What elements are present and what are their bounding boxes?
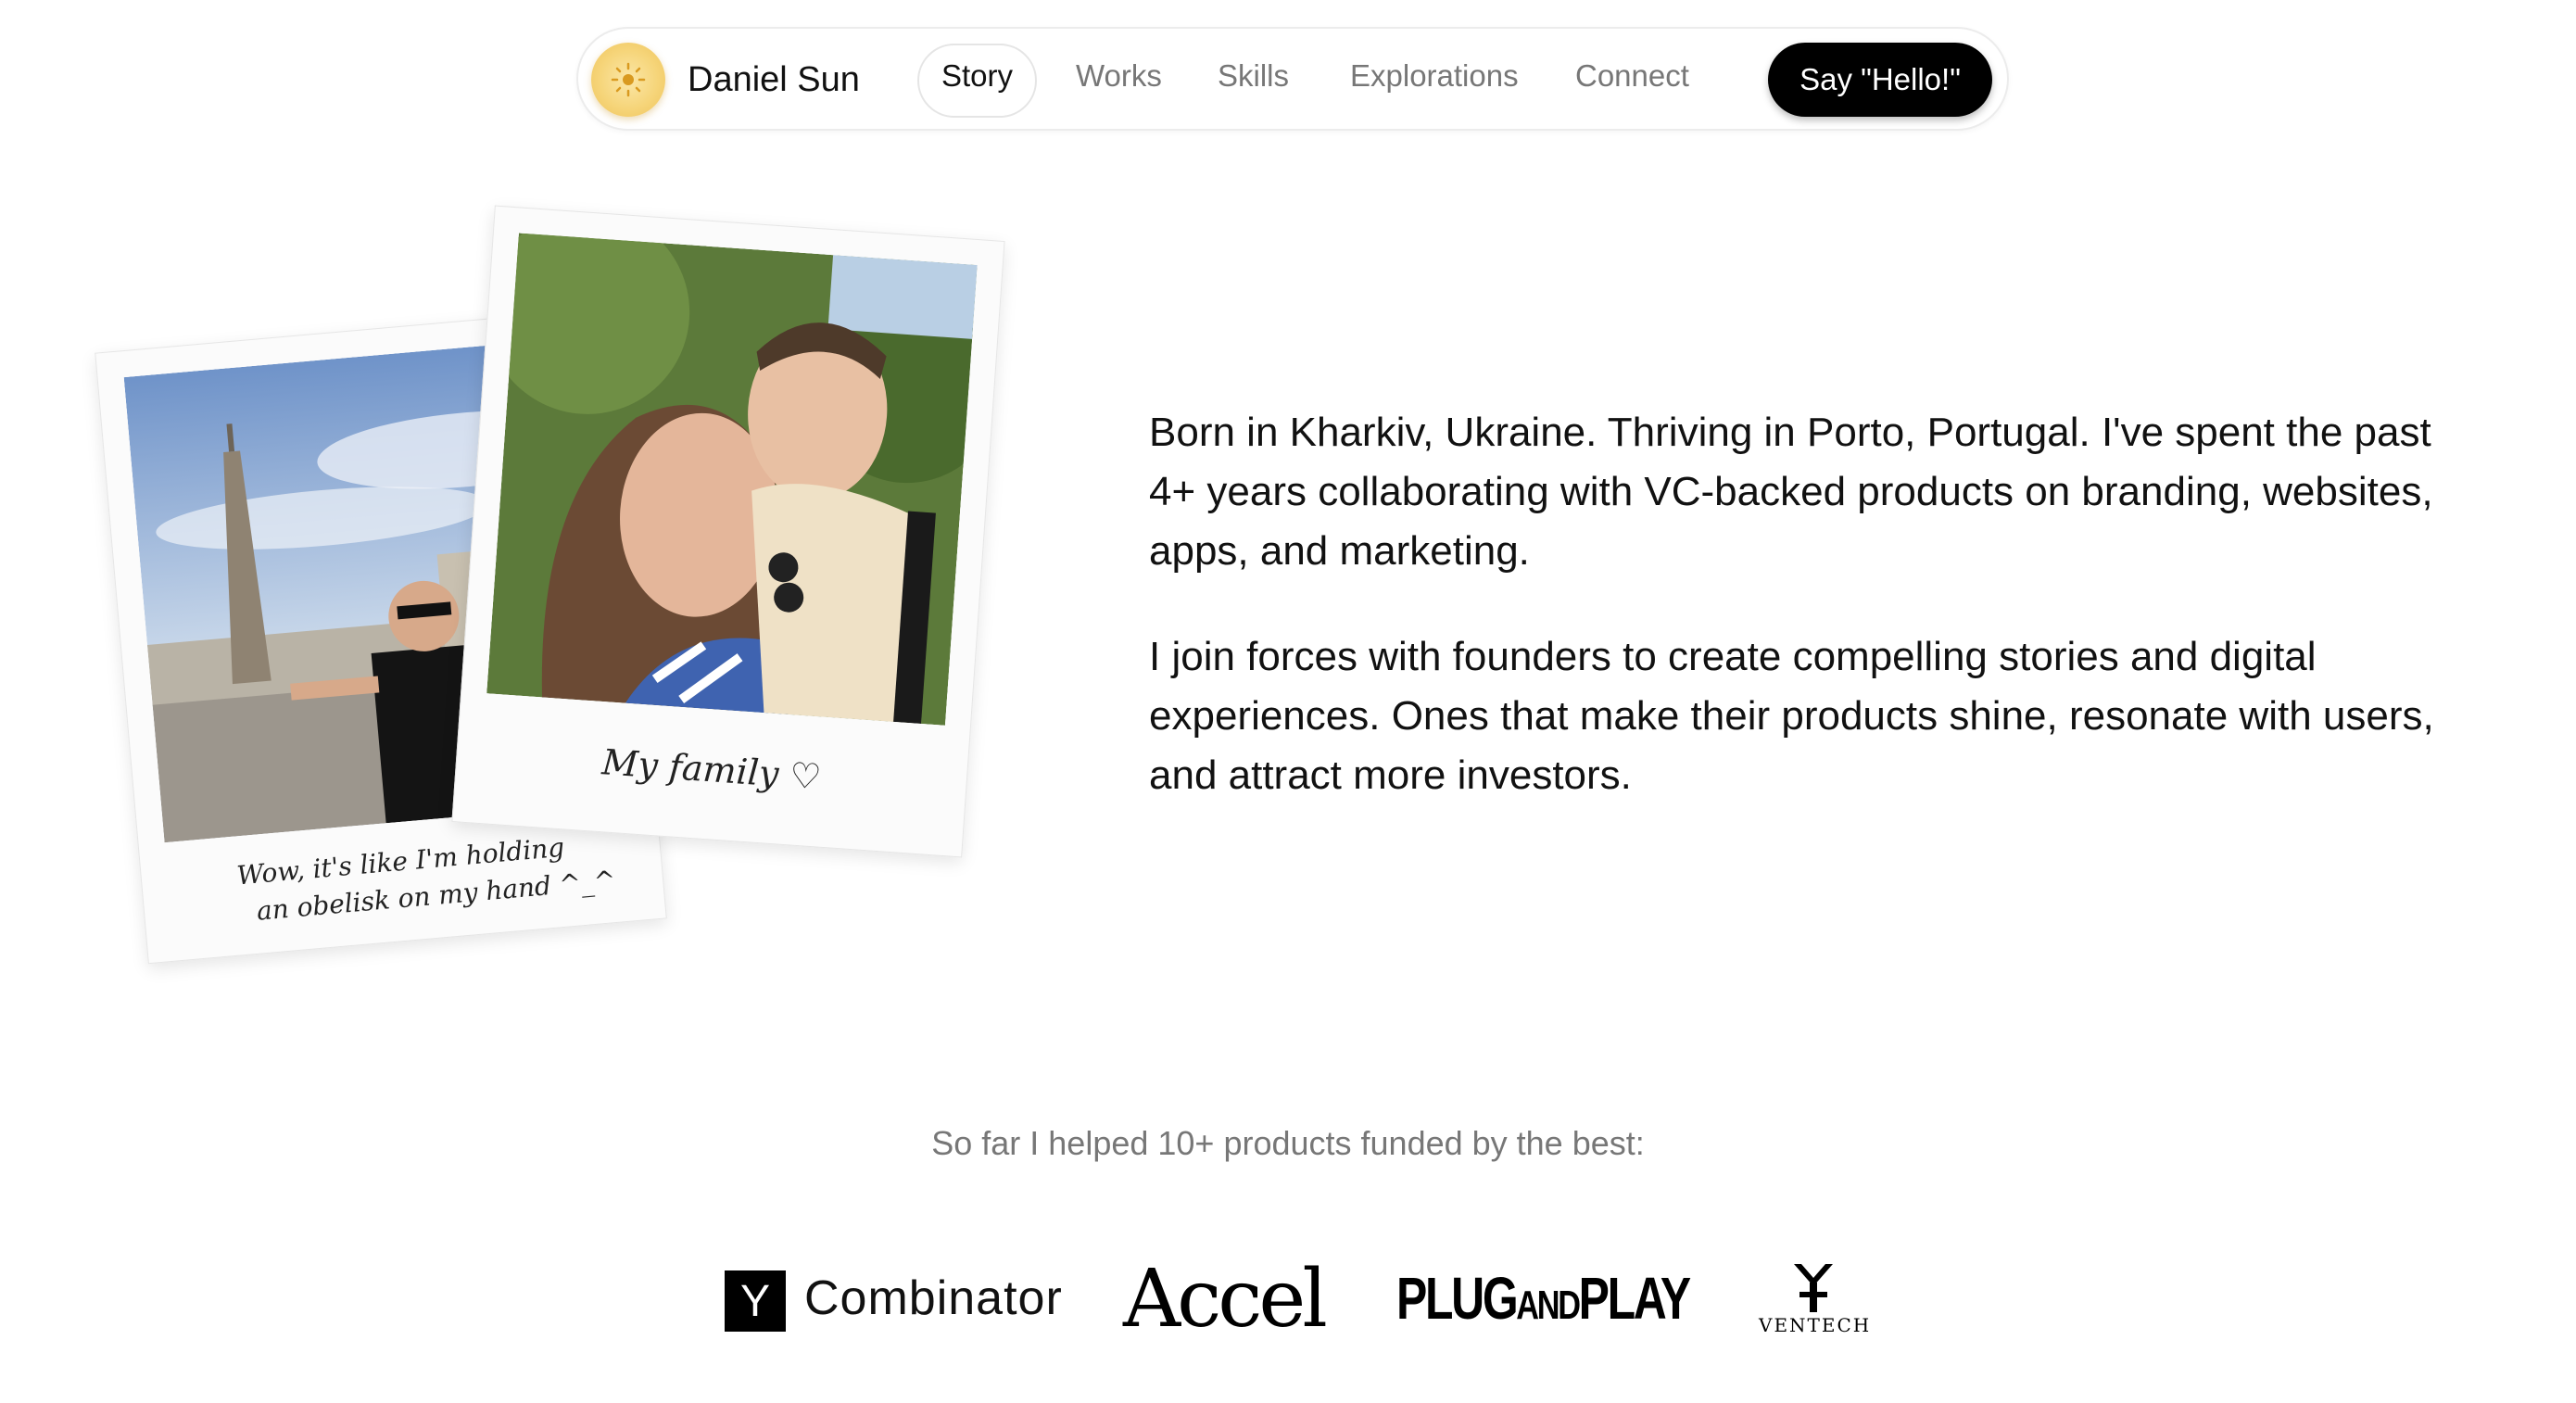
accel-logo: Accel (1123, 1253, 1328, 1346)
brand-name[interactable]: Daniel Sun (688, 60, 860, 100)
family-photo (486, 233, 978, 726)
say-hello-button[interactable]: Say "Hello!" (1768, 43, 1992, 117)
bio-paragraph-2: I join forces with founders to create co… (1149, 634, 2434, 798)
pnp-and: AND (1516, 1283, 1581, 1328)
ventech-logo-icon (1790, 1262, 1837, 1319)
funded-heading: So far I helped 10+ products funded by t… (931, 1124, 1645, 1162)
plug-and-play-logo: PLUGANDPLAY (1396, 1264, 1692, 1333)
bio-paragraph-1: Born in Kharkiv, Ukraine. Thriving in Po… (1149, 410, 2433, 574)
bio-section: Born in Kharkiv, Ukraine. Thriving in Po… (1149, 403, 2465, 852)
sun-logo-icon[interactable] (591, 43, 665, 117)
y-combinator-logo-text: Combinator (804, 1271, 1063, 1325)
pnp-play: PLAY (1578, 1265, 1692, 1332)
y-combinator-logo-mark: Y (725, 1270, 786, 1332)
nav-connect[interactable]: Connect (1575, 58, 1689, 94)
polaroid-family: My family ♡ (451, 205, 1005, 858)
ventech-logo-text: VENTECH (1759, 1314, 1872, 1336)
nav-works[interactable]: Works (1076, 58, 1162, 94)
pnp-plug: PLUG (1396, 1265, 1519, 1332)
family-caption: My family ♡ (600, 741, 823, 798)
nav-explorations[interactable]: Explorations (1350, 58, 1519, 94)
obelisk-caption: Wow, it's like I'm holding an obelisk on… (141, 821, 664, 941)
nav-story[interactable]: Story (917, 44, 1038, 118)
nav-skills[interactable]: Skills (1218, 58, 1289, 94)
top-nav: Daniel Sun Story Works Skills Exploratio… (576, 27, 2009, 131)
